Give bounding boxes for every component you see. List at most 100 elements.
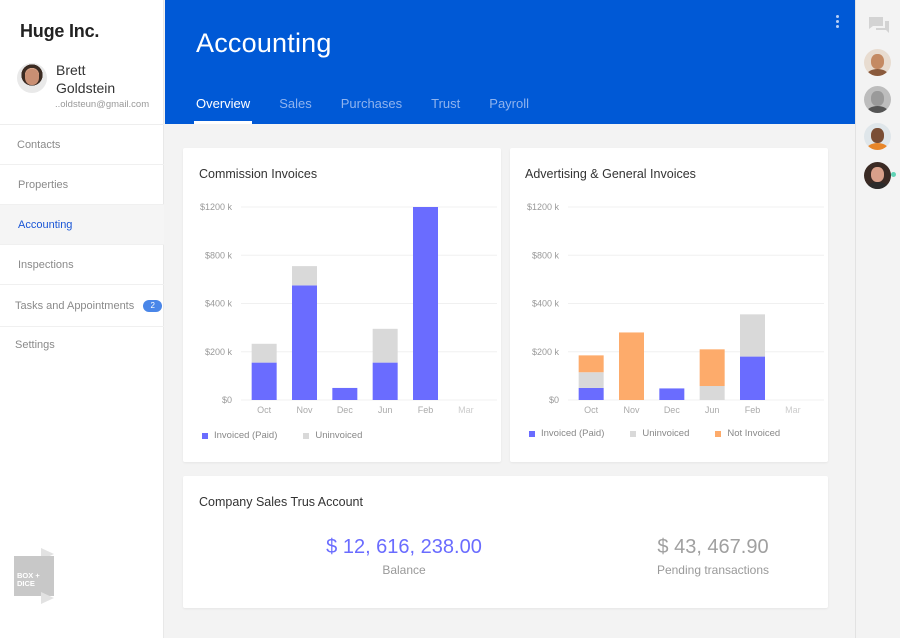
x-tick-label: Feb [418,405,434,415]
bar-invoiced-paid-jun[interactable] [372,362,398,400]
tab-purchases[interactable]: Purchases [341,96,402,124]
chart-legend: Invoiced (Paid) Uninvoiced Not Invoiced [529,428,806,439]
bar-invoiced-paid-oct[interactable] [578,387,604,400]
logo-line-2: DICE [17,579,35,588]
balance-value: $ 12, 616, 238.00 [326,536,482,558]
bar-uninvoiced-feb[interactable] [740,314,765,357]
bar-uninvoiced-nov[interactable] [292,266,317,286]
contact-avatar-2[interactable] [864,86,891,113]
y-tick-label: $400 k [205,299,233,309]
y-tick-label: $800 k [205,250,233,260]
balance-stat: $ 12, 616, 238.00 Balance [284,536,524,577]
x-tick-label: Dec [664,405,681,415]
y-tick-label: $200 k [532,347,560,357]
chat-icon[interactable] [868,16,890,34]
y-tick-label: $400 k [532,299,560,309]
x-tick-label: Jun [705,405,720,415]
x-tick-label: Dec [337,405,354,415]
y-tick-label: $0 [222,395,232,405]
legend-label: Invoiced (Paid) [541,428,605,439]
bar-uninvoiced-oct[interactable] [251,343,277,363]
more-vertical-icon[interactable] [833,15,841,33]
legend-item[interactable]: Uninvoiced [303,430,362,441]
sidebar-item-label: Accounting [18,218,73,231]
sidebar-item-label: Contacts [17,138,61,151]
sidebar-item-accounting[interactable]: Accounting [0,204,164,244]
tab-overview[interactable]: Overview [193,96,253,124]
pending-label: Pending transactions [656,563,770,577]
commission-invoices-chart: $0 $200 k $400 k $800 k $1200 k Oct Nov Dec Jun F… [200,202,497,415]
y-tick-label: $800 k [532,250,560,260]
bar-uninvoiced-oct[interactable] [578,372,604,388]
bar-uninvoiced-jun[interactable] [372,328,398,363]
bar-invoiced-paid-oct[interactable] [251,362,277,400]
contact-avatar-3[interactable] [864,123,891,150]
logo-text: BOX + DICE [17,572,40,588]
advertising-invoices-chart: $0 $200 k $400 k $800 k $1200 k Oct Nov Dec Jun F… [527,202,824,415]
commission-invoices-card: Commission Invoices $0 $200 k $400 k $800 k… [183,148,501,462]
sidebar-item-contacts[interactable]: Contacts [0,124,164,164]
bar-not-invoiced-nov[interactable] [619,332,644,400]
sidebar-item-label: Properties [18,178,69,191]
sidebar: Huge Inc. Brett Goldstein ..oldsteun@gma… [0,0,164,638]
chart-legend: Invoiced (Paid) Uninvoiced [202,430,388,441]
online-status-indicator [891,172,896,177]
y-tick-label: $1200 k [200,202,233,212]
legend-swatch [303,432,310,439]
tab-bar: Overview Sales Purchases Trust Payroll [193,96,558,124]
pending-value: $ 43, 467.90 [657,536,769,558]
bar-not-invoiced-oct[interactable] [578,355,604,373]
tab-trust[interactable]: Trust [431,96,460,124]
x-tick-label: Jun [378,405,393,415]
bar-invoiced-paid-dec[interactable] [332,387,358,400]
bar-invoiced-paid-nov[interactable] [292,285,317,400]
tab-sales[interactable]: Sales [279,96,312,124]
sidebar-item-settings[interactable]: Settings [0,326,164,362]
pending-stat: $ 43, 467.90 Pending transactions [593,536,833,577]
trust-account-title: Company Sales Trus Account [199,495,363,509]
logo-flap-bottom [41,592,54,604]
page-title: Accounting [196,28,332,58]
sidebar-item-properties[interactable]: Properties [0,164,164,204]
bar-uninvoiced-jun[interactable] [699,386,725,400]
legend-label: Uninvoiced [315,430,363,441]
trust-account-card: Company Sales Trus Account $ 12, 616, 23… [183,476,828,608]
avatar-face [871,128,884,143]
y-tick-label: $0 [549,395,559,405]
legend-label: Invoiced (Paid) [214,430,278,441]
contact-avatar-4[interactable] [864,162,891,189]
x-tick-label: Nov [296,405,313,415]
contacts-panel [855,0,900,638]
avatar-body [867,143,888,150]
legend-item[interactable]: Invoiced (Paid) [529,428,604,439]
legend-item[interactable]: Invoiced (Paid) [202,430,277,441]
avatar-face [871,54,884,69]
sidebar-item-label: Tasks and Appointments [15,299,135,312]
page-header: Accounting Overview Sales Purchases Trus… [165,0,855,124]
box-dice-logo: BOX + DICE [14,548,54,604]
user-avatar[interactable] [17,63,47,93]
sidebar-item-tasks[interactable]: Tasks and Appointments 2 [0,284,164,326]
y-tick-label: $200 k [205,347,233,357]
legend-label: Not Invoiced [727,428,781,439]
y-tick-label: $1200 k [527,202,560,212]
bar-invoiced-paid-dec[interactable] [659,388,685,400]
bar-invoiced-paid-feb[interactable] [740,356,765,400]
legend-item[interactable]: Not Invoiced [715,428,780,439]
legend-swatch [529,430,535,437]
legend-swatch [202,432,208,439]
company-name: Huge Inc. [20,21,100,41]
contact-avatar-1[interactable] [864,49,891,76]
bar-invoiced-paid-feb[interactable] [413,207,438,400]
legend-swatch [715,430,722,437]
avatar-body [867,182,888,189]
x-tick-label: Mar [785,405,801,415]
advertising-invoices-card: Advertising & General Invoices $0 $200 k $… [510,148,828,462]
sidebar-item-inspections[interactable]: Inspections [0,244,164,284]
bar-not-invoiced-jun[interactable] [699,349,725,387]
tab-payroll[interactable]: Payroll [489,96,529,124]
balance-label: Balance [382,563,426,577]
legend-item[interactable]: Uninvoiced [630,428,689,439]
sidebar-nav: Contacts Properties Accounting Inspectio… [0,124,164,362]
legend-label: Uninvoiced [642,428,690,439]
